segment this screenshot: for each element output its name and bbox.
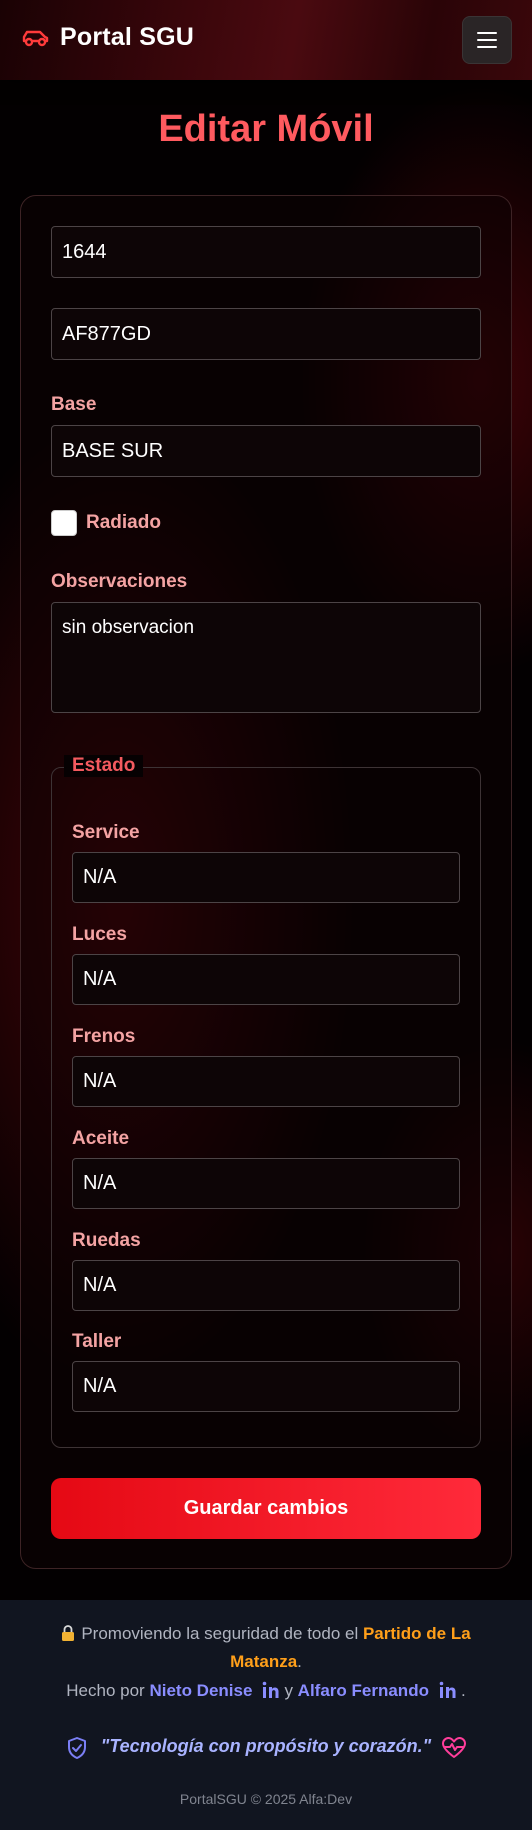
service-label: Service <box>72 822 140 843</box>
taller-label: Taller <box>72 1331 122 1352</box>
page-title: Editar Móvil <box>158 108 374 150</box>
footer-promo-line: Promoviendo la seguridad de todo el Part… <box>0 1624 532 1644</box>
numero-input[interactable]: 1644 <box>51 226 481 278</box>
observaciones-textarea[interactable]: sin observacion <box>51 602 481 713</box>
ruedas-label: Ruedas <box>72 1230 141 1251</box>
footer-credits-line: Hecho por Nieto Denise y Alfaro Fernando… <box>66 1681 466 1700</box>
heart-pulse-icon <box>442 1737 466 1758</box>
brand-title: Portal SGU <box>60 22 194 51</box>
partido-link[interactable]: Partido de La <box>363 1624 471 1643</box>
radiado-label[interactable]: Radiado <box>86 512 161 534</box>
taller-select[interactable]: N/A <box>72 1361 460 1412</box>
lock-icon <box>62 1625 75 1641</box>
copyright: PortalSGU © 2025 Alfa:Dev <box>179 1791 353 1807</box>
observaciones-label: Observaciones <box>51 571 188 592</box>
navbar: Portal SGU <box>0 0 532 80</box>
base-label: Base <box>51 394 97 415</box>
menu-button[interactable] <box>462 16 512 64</box>
estado-legend: Estado <box>64 755 144 777</box>
brand[interactable]: Portal SGU <box>20 22 194 52</box>
radiado-checkbox[interactable] <box>51 510 77 536</box>
service-select[interactable]: N/A <box>72 852 460 903</box>
linkedin-icon[interactable] <box>262 1681 280 1699</box>
frenos-label: Frenos <box>72 1026 136 1047</box>
hamburger-icon <box>477 32 497 34</box>
patente-input[interactable]: AF877GD <box>51 308 481 360</box>
frenos-select[interactable]: N/A <box>72 1056 460 1107</box>
matanza-text[interactable]: Matanza <box>230 1652 297 1671</box>
aceite-select[interactable]: N/A <box>72 1158 460 1209</box>
base-input[interactable]: BASE SUR <box>51 425 481 477</box>
ruedas-select[interactable]: N/A <box>72 1260 460 1311</box>
author-alfaro-link[interactable]: Alfaro Fernando <box>298 1681 429 1700</box>
aceite-label: Aceite <box>72 1128 130 1149</box>
luces-label: Luces <box>72 924 127 945</box>
car-icon <box>22 30 49 47</box>
author-nieto-link[interactable]: Nieto Denise <box>149 1681 252 1700</box>
save-button[interactable]: Guardar cambios <box>51 1478 481 1539</box>
luces-select[interactable]: N/A <box>72 954 460 1005</box>
linkedin-icon[interactable] <box>439 1681 457 1699</box>
